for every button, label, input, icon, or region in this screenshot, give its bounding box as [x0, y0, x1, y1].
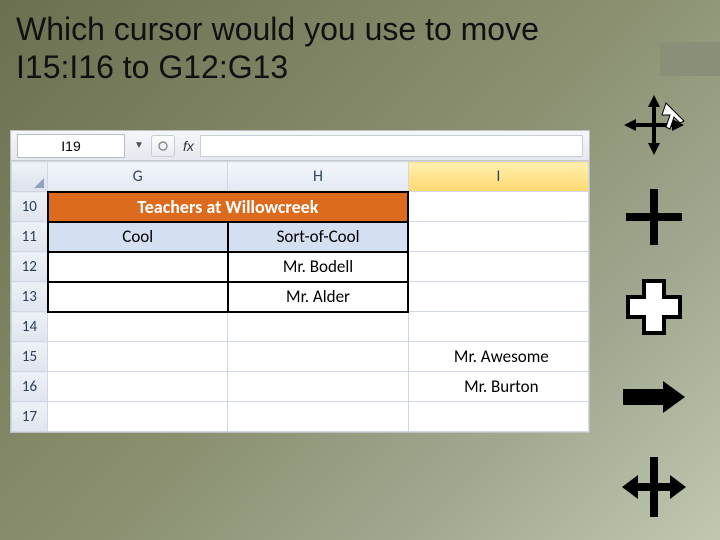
cell-h13[interactable]: Mr. Alder [228, 282, 408, 312]
option-fat-plus-cursor[interactable] [614, 272, 694, 342]
circle-icon [158, 141, 168, 151]
cell-g14[interactable] [48, 312, 228, 342]
row-header-12[interactable]: 12 [12, 252, 48, 282]
cell-h12[interactable]: Mr. Bodell [228, 252, 408, 282]
cell-h14[interactable] [228, 312, 408, 342]
slide-accent [660, 42, 720, 76]
cell-i16[interactable]: Mr. Burton [408, 372, 588, 402]
corner-triangle-icon [34, 178, 44, 188]
select-all-corner[interactable] [12, 162, 48, 192]
cell-i12[interactable] [408, 252, 588, 282]
row-header-13[interactable]: 13 [12, 282, 48, 312]
row-header-17[interactable]: 17 [12, 402, 48, 432]
cell-h11[interactable]: Sort-of-Cool [228, 222, 408, 252]
name-box-dropdown-icon[interactable]: ▼ [131, 135, 147, 157]
cancel-formula-button[interactable] [151, 135, 175, 157]
col-header-i[interactable]: I [408, 162, 588, 192]
spreadsheet-grid: G H I 10 Teachers at Willowcreek 11 Cool… [11, 161, 589, 432]
question-text: Which cursor would you use to move I15:I… [0, 0, 720, 93]
cell-i11[interactable] [408, 222, 588, 252]
option-move-cursor[interactable] [614, 92, 694, 162]
fat-plus-cursor-icon [622, 275, 686, 339]
cell-i14[interactable] [408, 312, 588, 342]
cell-g11[interactable]: Cool [48, 222, 228, 252]
cell-g12[interactable] [48, 252, 228, 282]
cell-i15[interactable]: Mr. Awesome [408, 342, 588, 372]
cell-h16[interactable] [228, 372, 408, 402]
option-thin-plus-cursor[interactable] [614, 182, 694, 252]
cell-i17[interactable] [408, 402, 588, 432]
move-cursor-icon [616, 93, 692, 161]
row-header-16[interactable]: 16 [12, 372, 48, 402]
formula-bar: I19 ▼ fx [11, 131, 589, 161]
row-header-10[interactable]: 10 [12, 192, 48, 222]
question-line2: I15:I16 to G12:G13 [16, 49, 288, 85]
cell-g13[interactable] [48, 282, 228, 312]
cell-g17[interactable] [48, 402, 228, 432]
right-arrow-cursor-icon [619, 377, 689, 417]
cell-i13[interactable] [408, 282, 588, 312]
cell-g16[interactable] [48, 372, 228, 402]
cell-g15[interactable] [48, 342, 228, 372]
option-right-arrow-cursor[interactable] [614, 362, 694, 432]
resize-cursor-icon [618, 451, 690, 523]
formula-input[interactable] [200, 135, 583, 157]
row-header-15[interactable]: 15 [12, 342, 48, 372]
row-header-11[interactable]: 11 [12, 222, 48, 252]
col-header-g[interactable]: G [48, 162, 228, 192]
option-resize-cursor[interactable] [614, 452, 694, 522]
name-box[interactable]: I19 [17, 134, 125, 158]
fx-label[interactable]: fx [183, 138, 194, 154]
cell-title[interactable]: Teachers at Willowcreek [48, 192, 409, 222]
cursor-options [606, 92, 702, 522]
excel-screenshot: I19 ▼ fx G H I 10 Teachers at Willowcree… [10, 130, 590, 433]
cell-h15[interactable] [228, 342, 408, 372]
question-line1: Which cursor would you use to move [16, 11, 539, 47]
cell-h17[interactable] [228, 402, 408, 432]
thin-plus-cursor-icon [622, 185, 686, 249]
col-header-h[interactable]: H [228, 162, 408, 192]
cell-i10[interactable] [408, 192, 588, 222]
row-header-14[interactable]: 14 [12, 312, 48, 342]
